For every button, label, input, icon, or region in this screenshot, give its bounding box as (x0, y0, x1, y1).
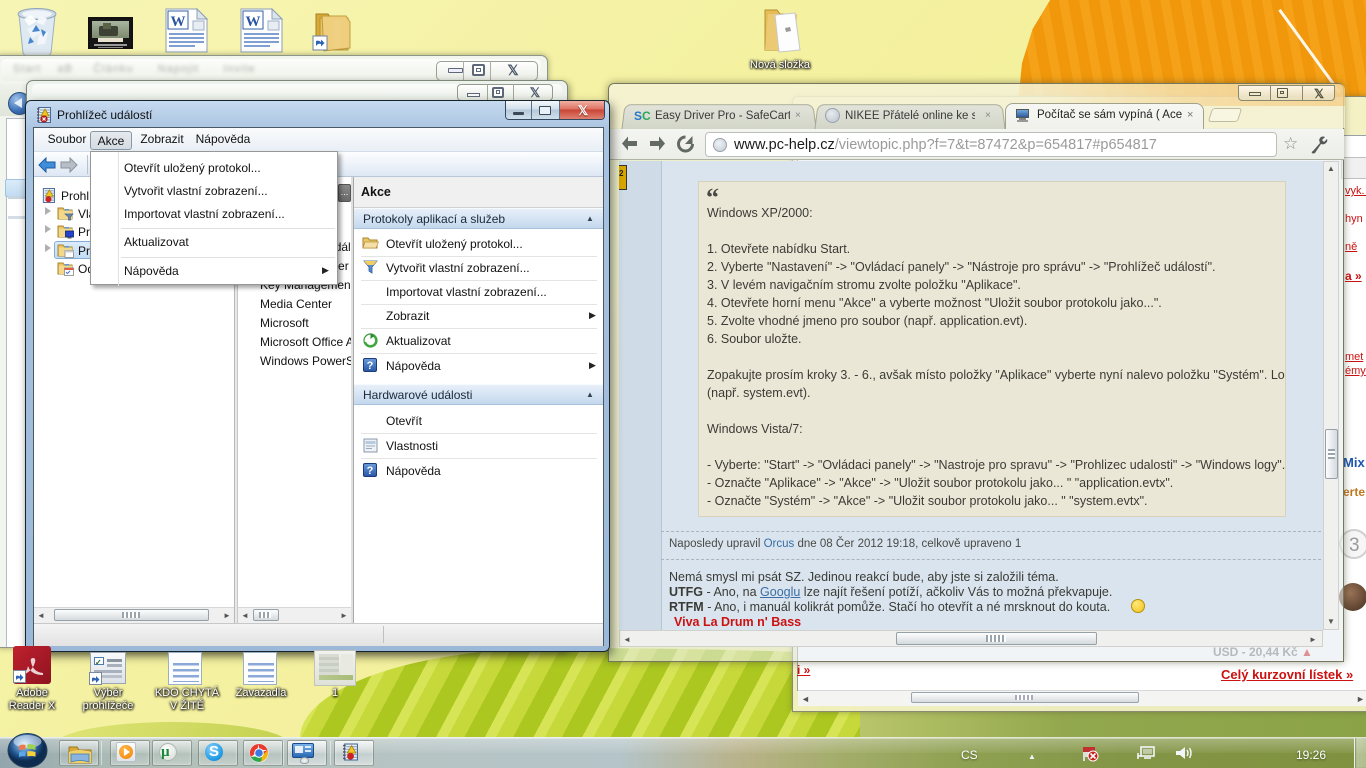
svg-text:W: W (171, 14, 186, 30)
svg-text:W: W (246, 14, 261, 30)
